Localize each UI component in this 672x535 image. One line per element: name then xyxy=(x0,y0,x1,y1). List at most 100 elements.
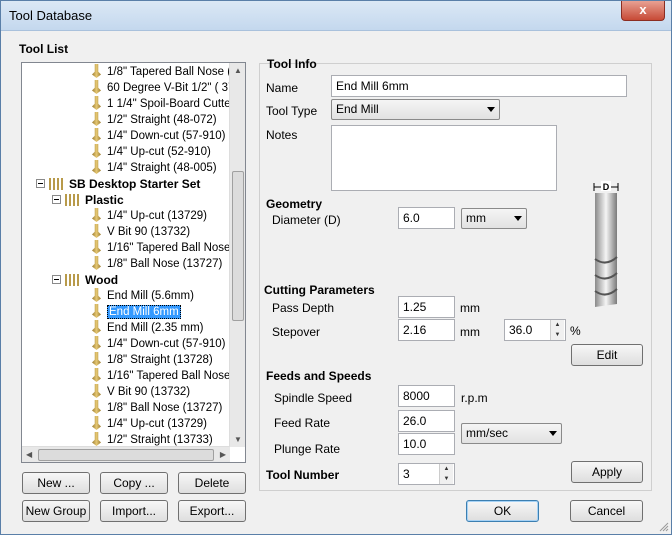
spin-down-icon[interactable]: ▼ xyxy=(551,330,564,340)
ok-button[interactable]: OK xyxy=(466,500,539,522)
notes-textarea[interactable] xyxy=(331,125,557,191)
tool-number-input[interactable]: 3 ▲ ▼ xyxy=(398,463,455,485)
spindle-speed-input[interactable]: 8000 xyxy=(398,385,455,407)
diameter-input[interactable]: 6.0 xyxy=(398,207,455,229)
close-button[interactable]: x xyxy=(621,1,665,21)
new-group-button[interactable]: New Group xyxy=(22,500,90,522)
spindle-speed-label: Spindle Speed xyxy=(274,391,353,405)
router-bit-icon xyxy=(92,384,101,398)
tree-item[interactable]: End Mill (5.6mm) xyxy=(92,288,194,304)
stepover-percent-input[interactable]: 36.0 ▲ ▼ xyxy=(504,319,566,341)
diameter-label: Diameter (D) xyxy=(272,213,341,227)
tree-item[interactable]: 1/4" Straight (48-005) xyxy=(92,160,217,176)
diameter-unit-select[interactable]: mm xyxy=(461,208,527,229)
tree-item[interactable]: 1/8" Ball Nose (13727) xyxy=(92,256,222,272)
tree-item[interactable]: 1/4" Down-cut (57-910) xyxy=(92,128,226,144)
tool-list-label: Tool List xyxy=(19,42,69,56)
tree-item[interactable]: 1/4" Up-cut (13729) xyxy=(92,416,207,432)
rate-unit-select[interactable]: mm/sec xyxy=(461,423,562,444)
scroll-down-icon[interactable]: ▼ xyxy=(234,435,242,444)
plunge-rate-label: Plunge Rate xyxy=(274,442,341,456)
tree-item[interactable]: 1/8" Tapered Ball Nose ( 7 xyxy=(92,64,241,80)
tree-item[interactable]: 1/4" Up-cut (13729) xyxy=(92,208,207,224)
tree-item-label: 1/4" Straight (48-005) xyxy=(107,162,217,174)
name-input[interactable]: End Mill 6mm xyxy=(331,75,627,97)
tree-item-label: 1/16" Tapered Ball Nose (: xyxy=(107,242,241,254)
stepover-percent-value: 36.0 xyxy=(509,323,533,337)
scroll-up-icon[interactable]: ▲ xyxy=(234,66,242,75)
tree-item-label: 1/4" Down-cut (57-910) xyxy=(107,338,226,350)
collapse-toggle-icon[interactable] xyxy=(52,275,61,284)
tree-item-label: 1/8" Straight (13728) xyxy=(107,354,213,366)
stepover-input[interactable]: 2.16 xyxy=(398,319,455,341)
pass-depth-label: Pass Depth xyxy=(272,301,335,315)
tree-item-label: End Mill (5.6mm) xyxy=(107,290,194,302)
tool-tree[interactable]: 1/2" Straight (13733) 1/4" Up-cut (13729)… xyxy=(21,62,246,463)
rate-unit-value: mm/sec xyxy=(466,426,508,440)
new-button[interactable]: New ... xyxy=(22,472,90,494)
tree-item[interactable]: 1 1/4" Spoil-Board Cutter ( xyxy=(92,96,241,112)
cancel-button[interactable]: Cancel xyxy=(570,500,643,522)
router-bit-icon xyxy=(92,320,101,334)
tree-vertical-thumb[interactable] xyxy=(232,171,244,321)
edit-button[interactable]: Edit xyxy=(571,344,643,366)
tree-group[interactable]: SB Desktop Starter Set xyxy=(36,176,200,192)
tree-item[interactable]: 1/4" Up-cut (52-910) xyxy=(92,144,211,160)
scroll-left-icon[interactable]: ◀ xyxy=(26,450,32,459)
tree-item-label: V Bit 90 (13732) xyxy=(107,386,191,398)
tree-item[interactable]: 1/2" Straight (48-072) xyxy=(92,112,217,128)
spin-down-icon[interactable]: ▼ xyxy=(440,474,453,484)
feed-rate-input[interactable]: 26.0 xyxy=(398,410,455,432)
tool-group-icon xyxy=(65,274,81,286)
resize-grip-icon[interactable] xyxy=(659,522,669,532)
tree-item[interactable]: V Bit 90 (13732) xyxy=(92,384,190,400)
collapse-toggle-icon[interactable] xyxy=(36,179,45,188)
pass-depth-input[interactable]: 1.25 xyxy=(398,296,455,318)
tree-horizontal-thumb[interactable] xyxy=(38,449,214,461)
tree-item[interactable]: 1/8" Straight (13728) xyxy=(92,352,213,368)
tree-item[interactable]: 1/8" Ball Nose (13727) xyxy=(92,400,222,416)
chevron-down-icon xyxy=(549,431,557,436)
tree-item-label: 60 Degree V-Bit 1/2" ( 37- xyxy=(107,82,239,94)
router-bit-icon xyxy=(92,208,101,222)
feeds-and-speeds-label: Feeds and Speeds xyxy=(266,369,372,383)
tool-number-spinner[interactable]: ▲ ▼ xyxy=(439,464,453,484)
router-bit-icon xyxy=(92,96,101,110)
spin-up-icon[interactable]: ▲ xyxy=(551,320,564,330)
tree-item[interactable]: V Bit 90 (13732) xyxy=(92,224,190,240)
tree-item[interactable]: 1/4" Down-cut (57-910) xyxy=(92,336,226,352)
delete-button[interactable]: Delete xyxy=(178,472,246,494)
tree-item-label: 1/2" Straight (48-072) xyxy=(107,114,217,126)
tree-horizontal-scrollbar[interactable]: ◀ ▶ xyxy=(22,446,230,462)
router-bit-icon xyxy=(92,80,101,94)
tree-item-label: 1/8" Tapered Ball Nose ( 7 xyxy=(107,66,241,78)
copy-button[interactable]: Copy ... xyxy=(100,472,168,494)
import-button[interactable]: Import... xyxy=(100,500,168,522)
tree-group[interactable]: Wood xyxy=(52,272,118,288)
tree-item[interactable]: End Mill 6mm xyxy=(92,304,181,320)
scroll-right-icon[interactable]: ▶ xyxy=(220,450,226,459)
tree-item[interactable]: End Mill (2.35 mm) xyxy=(92,320,204,336)
tree-item[interactable]: 1/16" Tapered Ball Nose (: xyxy=(92,240,241,256)
tree-item[interactable]: 1/16" Tapered Ball Nose (1 xyxy=(92,368,244,384)
percent-symbol: % xyxy=(570,324,581,338)
tree-item-label: 1/4" Up-cut (13729) xyxy=(107,210,207,222)
router-bit-icon xyxy=(92,112,101,126)
chevron-down-icon xyxy=(514,216,522,221)
stepover-percent-spinner[interactable]: ▲ ▼ xyxy=(550,320,564,340)
spin-up-icon[interactable]: ▲ xyxy=(440,464,453,474)
tool-number-value: 3 xyxy=(403,467,410,481)
tree-group[interactable]: Plastic xyxy=(52,192,124,208)
tool-type-select[interactable]: End Mill xyxy=(331,99,500,120)
plunge-rate-input[interactable]: 10.0 xyxy=(398,433,455,455)
export-button[interactable]: Export... xyxy=(178,500,246,522)
tree-vertical-scrollbar[interactable]: ▲ ▼ xyxy=(229,63,245,447)
tree-item-label: 1/2" Straight (13733) xyxy=(107,434,213,446)
apply-button[interactable]: Apply xyxy=(571,461,643,483)
router-bit-icon xyxy=(92,144,101,158)
tree-item[interactable]: 60 Degree V-Bit 1/2" ( 37- xyxy=(92,80,238,96)
router-bit-icon xyxy=(92,64,101,78)
tree-item-label: 1/8" Ball Nose (13727) xyxy=(107,258,223,270)
router-bit-icon xyxy=(92,368,101,382)
collapse-toggle-icon[interactable] xyxy=(52,195,61,204)
